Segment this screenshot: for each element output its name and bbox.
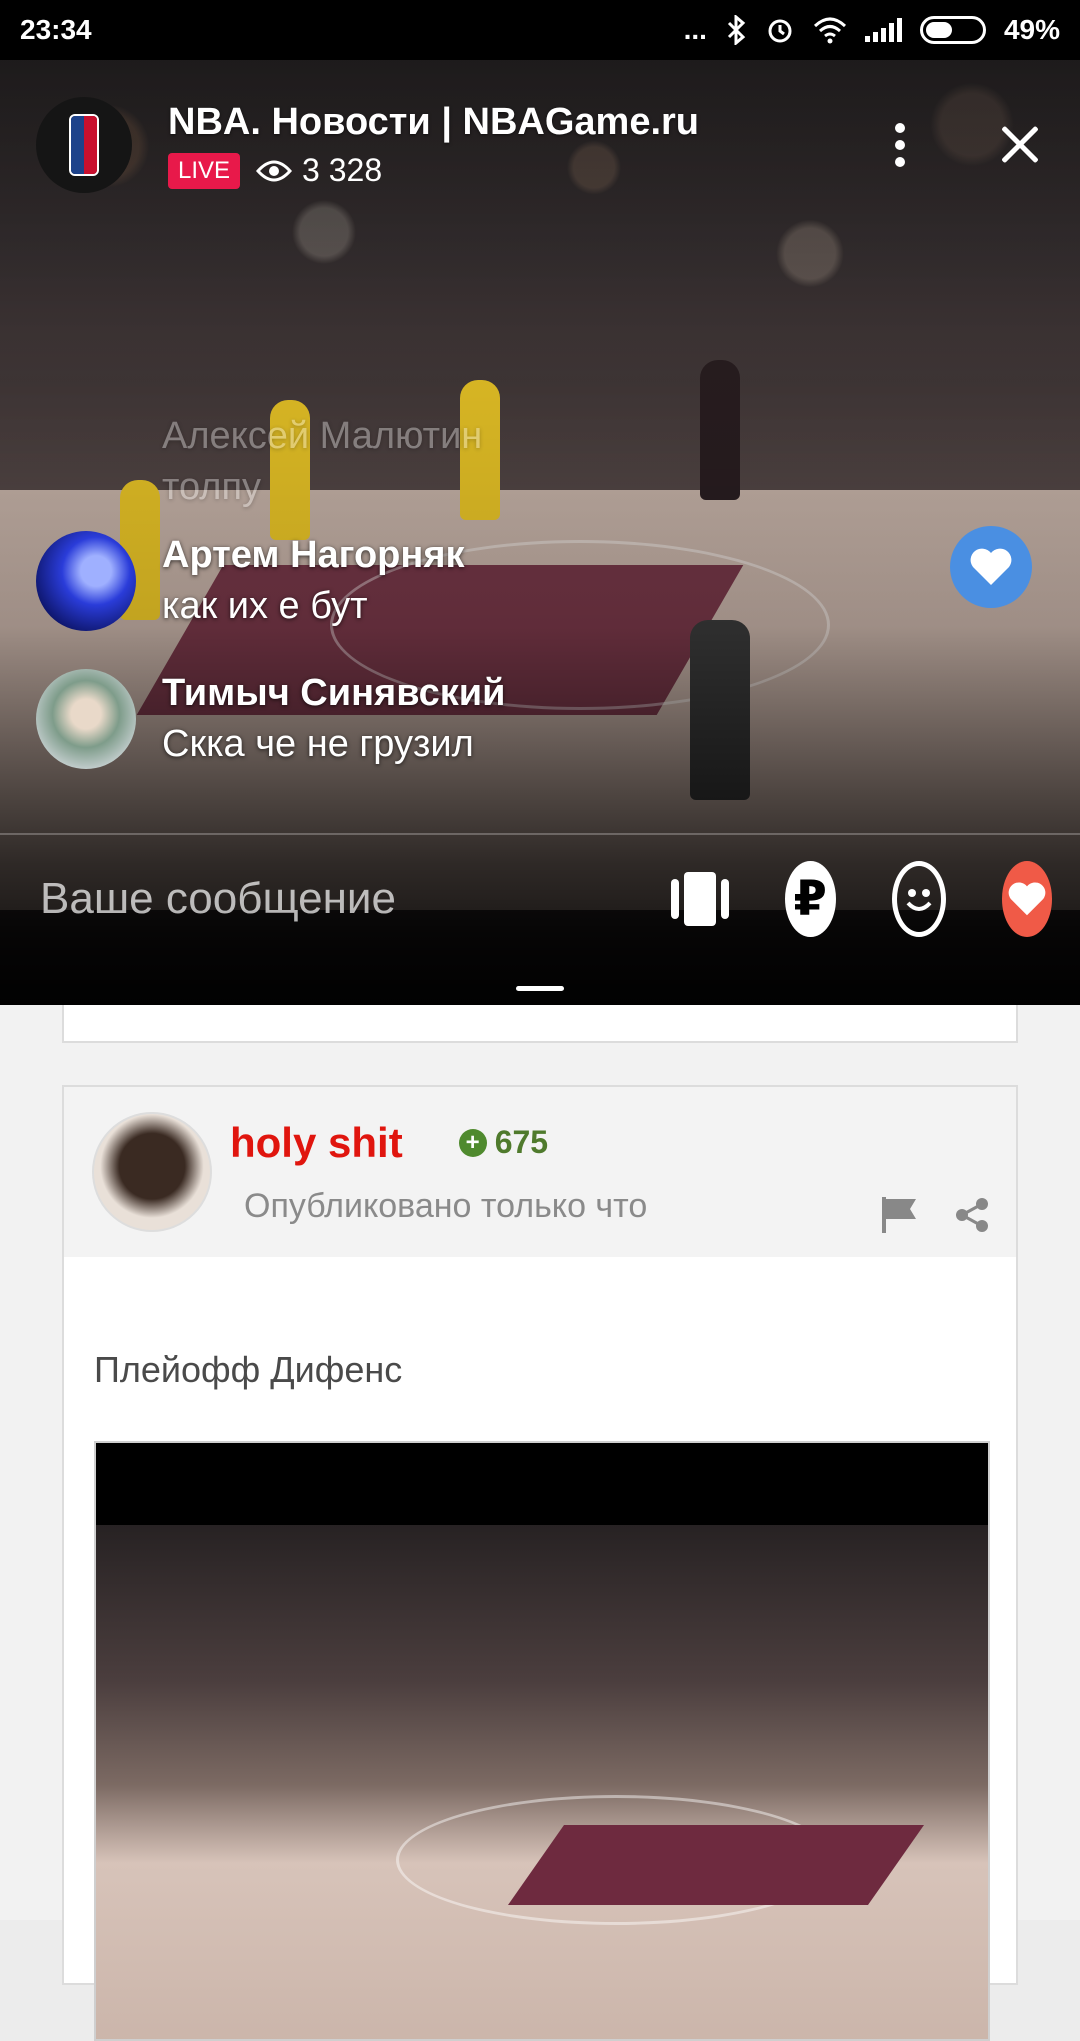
- channel-avatar[interactable]: [36, 97, 132, 193]
- comment-item: Артем Нагорняк как их е бут: [36, 531, 756, 631]
- post-timestamp: Опубликовано только что: [244, 1186, 648, 1225]
- feed: holy shit + 675 Опубликовано только что …: [0, 1005, 1080, 2041]
- post-card: holy shit + 675 Опубликовано только что …: [62, 1085, 1018, 2041]
- cards-button[interactable]: [671, 861, 729, 937]
- message-input[interactable]: [40, 874, 615, 924]
- author-name[interactable]: holy shit: [230, 1119, 403, 1167]
- donate-button[interactable]: ₽: [785, 861, 836, 937]
- nba-logo-icon: [69, 114, 99, 176]
- previous-post-card: [62, 1005, 1018, 1043]
- post-header-info: holy shit + 675 Опубликовано только что: [230, 1119, 647, 1226]
- post-actions: [880, 1197, 990, 1233]
- comment-item: Тимыч Синявский Скка че не грузил: [36, 669, 756, 769]
- viewer-count: 3 328: [256, 152, 382, 189]
- comment-author: Артем Нагорняк: [162, 534, 465, 576]
- author-row: holy shit + 675: [230, 1119, 647, 1167]
- bluetooth-icon: [727, 15, 746, 45]
- alarm-icon: [768, 19, 792, 43]
- comment-avatar[interactable]: [36, 669, 136, 769]
- stream-meta: LIVE 3 328: [168, 152, 880, 189]
- like-button[interactable]: [1001, 861, 1052, 937]
- message-bar: ₽: [0, 833, 1080, 963]
- share-icon[interactable]: [954, 1197, 990, 1233]
- comment-author: Тимыч Синявский: [162, 672, 506, 714]
- battery-icon: [919, 16, 986, 44]
- post-video[interactable]: [94, 1441, 990, 2041]
- media-paint: [507, 1825, 925, 1905]
- comment-text: Скка че не грузил: [162, 723, 474, 765]
- live-comments: Алексей Малютин толпу Артем Нагорняк как…: [36, 415, 756, 807]
- flag-icon[interactable]: [880, 1197, 918, 1233]
- plus-icon: +: [458, 1128, 487, 1157]
- wifi-icon: [813, 17, 846, 44]
- drag-handle[interactable]: [516, 986, 564, 991]
- emoji-button[interactable]: [891, 861, 946, 937]
- heart-icon: [970, 548, 1012, 585]
- viewer-count-value: 3 328: [302, 152, 383, 188]
- more-notifications-icon: ...: [683, 14, 707, 45]
- eye-icon: [256, 160, 293, 181]
- floating-like-icon: [950, 526, 1032, 608]
- battery-percent: 49%: [1003, 14, 1060, 45]
- comment-author: Алексей Малютин: [162, 415, 483, 457]
- channel-title[interactable]: NBA. Новости | NBAGame.ru: [168, 101, 880, 144]
- author-rating: + 675: [458, 1124, 549, 1161]
- close-button[interactable]: [990, 115, 1050, 175]
- author-avatar[interactable]: [92, 1112, 212, 1232]
- post-header: holy shit + 675 Опубликовано только что: [64, 1087, 1016, 1257]
- signal-icon: [864, 18, 902, 42]
- heart-icon: [1008, 882, 1046, 916]
- status-icons: ... 49%: [684, 14, 1060, 46]
- comment-item: Алексей Малютин толпу: [36, 415, 756, 509]
- comment-avatar[interactable]: [36, 531, 136, 631]
- smile-icon: [906, 889, 931, 911]
- more-options-button[interactable]: [880, 115, 920, 175]
- status-bar: 23:34 ... 49%: [0, 0, 1080, 60]
- channel-info: NBA. Новости | NBAGame.ru LIVE 3 328: [168, 101, 880, 189]
- live-badge: LIVE: [168, 152, 241, 189]
- post-text: Плейофф Дифенс: [94, 1349, 403, 1390]
- rating-value: 675: [494, 1124, 549, 1160]
- comment-text: толпу: [162, 466, 262, 508]
- stream-header: NBA. Новости | NBAGame.ru LIVE 3 328: [36, 95, 1050, 195]
- comment-text: как их е бут: [162, 585, 368, 627]
- cards-icon: [671, 872, 729, 926]
- status-time: 23:34: [20, 14, 92, 45]
- post-video-frame: [96, 1525, 988, 2039]
- ruble-icon: ₽: [793, 873, 827, 926]
